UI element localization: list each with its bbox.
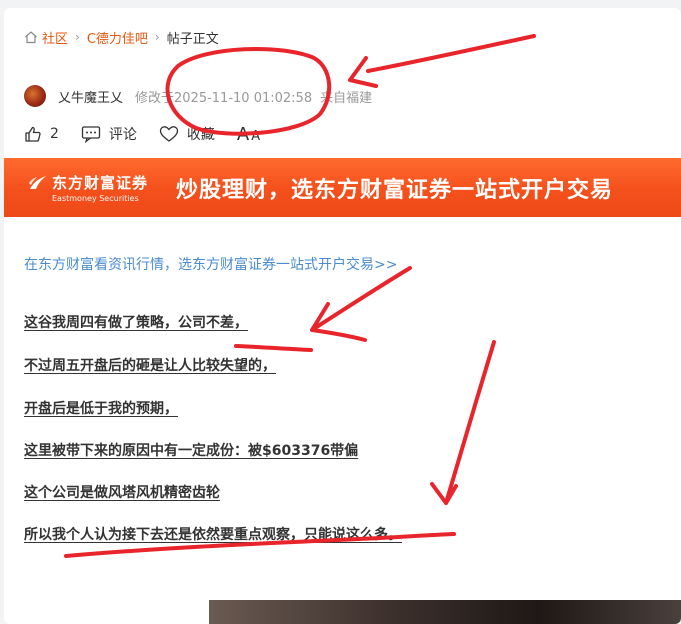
breadcrumb: 社区 › C德力佳吧 › 帖子正文	[24, 28, 219, 47]
favorite-button[interactable]: 收藏	[159, 124, 215, 144]
logo-text-en: Eastmoney Securities	[52, 194, 139, 203]
font-size-button[interactable]: A A	[237, 124, 260, 145]
breadcrumb-current: 帖子正文	[166, 31, 219, 47]
eastmoney-logo: 东方财富证券 Eastmoney Securities	[28, 172, 148, 203]
banner-slogan: 炒股理财，选东方财富证券一站式开户交易	[176, 177, 614, 203]
thumbs-up-icon	[25, 126, 41, 142]
post-line-1: 这谷我周四有做了策略，公司不差，	[24, 315, 248, 331]
like-button[interactable]: 2	[24, 125, 59, 143]
font-size-large-glyph: A	[236, 123, 250, 145]
chevron-right-icon: ›	[75, 30, 80, 44]
post-line-5: 这个公司是做风塔风机精密齿轮	[24, 485, 220, 501]
breadcrumb-community[interactable]: 社区	[42, 28, 68, 47]
post-line-6: 所以我个人认为接下去还是依然要重点观察，只能说这么多。	[24, 527, 402, 543]
chevron-right-icon: ›	[154, 30, 160, 44]
author-name[interactable]: 乂牛魔王乂	[58, 87, 123, 106]
post-meta: 乂牛魔王乂 修改于2025-11-10 01:02:58 来自福建	[24, 84, 372, 108]
logo-text-cn: 东方财富证券	[52, 174, 149, 192]
favorite-label: 收藏	[186, 127, 215, 143]
breadcrumb-forum[interactable]: C德力佳吧	[87, 28, 148, 47]
post-image[interactable]	[209, 600, 681, 624]
post-line-4[interactable]: 这里被带下来的原因中有一定成份：被$603376带偏	[24, 440, 358, 460]
home-icon[interactable]	[24, 30, 38, 44]
comment-icon	[81, 126, 101, 143]
post-line-2: 不过周五开盘后的砸是让人比较失望的，	[24, 358, 276, 374]
comment-button[interactable]: 评论	[81, 124, 137, 144]
post-location: 来自福建	[320, 90, 373, 106]
font-size-small-glyph: A	[251, 128, 261, 144]
post-actions: 2 评论 收藏 A A	[24, 122, 282, 146]
heart-icon	[159, 126, 179, 142]
post-line-3: 开盘后是低于我的预期，	[24, 401, 178, 417]
avatar[interactable]	[24, 85, 46, 107]
post-card: 社区 › C德力佳吧 › 帖子正文 乂牛魔王乂 修改于2025-11-10 01…	[4, 8, 681, 624]
comment-label: 评论	[108, 127, 137, 143]
eastmoney-logo-icon	[29, 175, 46, 189]
like-count: 2	[50, 126, 59, 142]
modified-time: 修改于2025-11-10 01:02:58	[135, 90, 313, 106]
ad-banner[interactable]: 东方财富证券 Eastmoney Securities 炒股理财，选东方财富证券…	[4, 158, 681, 217]
promo-link[interactable]: 在东方财富看资讯行情，选东方财富证券一站式开户交易>>	[24, 254, 397, 274]
